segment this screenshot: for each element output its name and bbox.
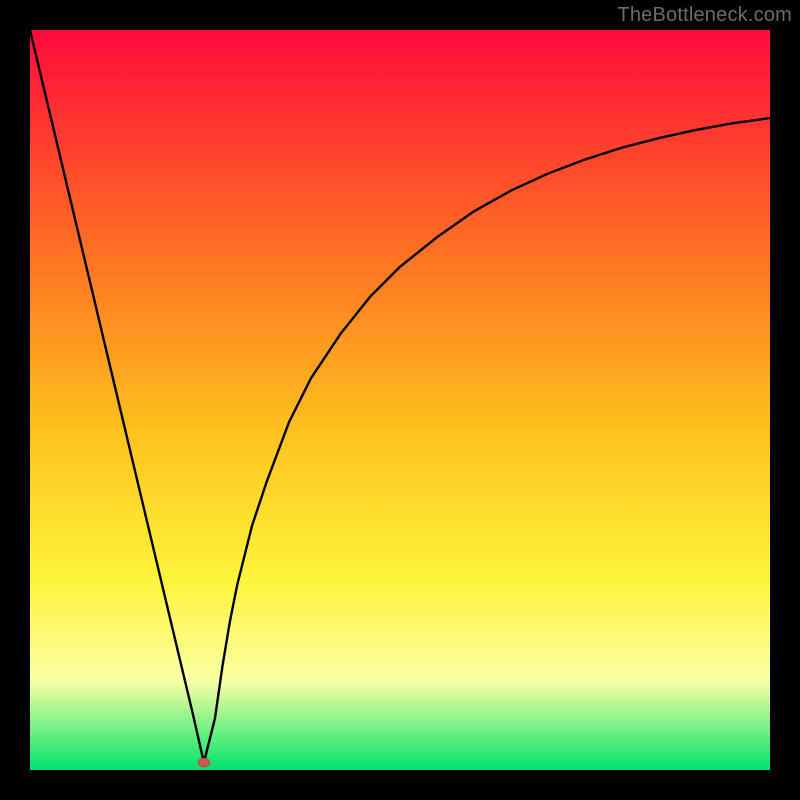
chart-frame: TheBottleneck.com: [0, 0, 800, 800]
gradient-background: [30, 30, 770, 770]
watermark-text: TheBottleneck.com: [617, 4, 792, 27]
bottleneck-curve-chart: [30, 30, 770, 770]
minimum-marker: [198, 758, 210, 767]
